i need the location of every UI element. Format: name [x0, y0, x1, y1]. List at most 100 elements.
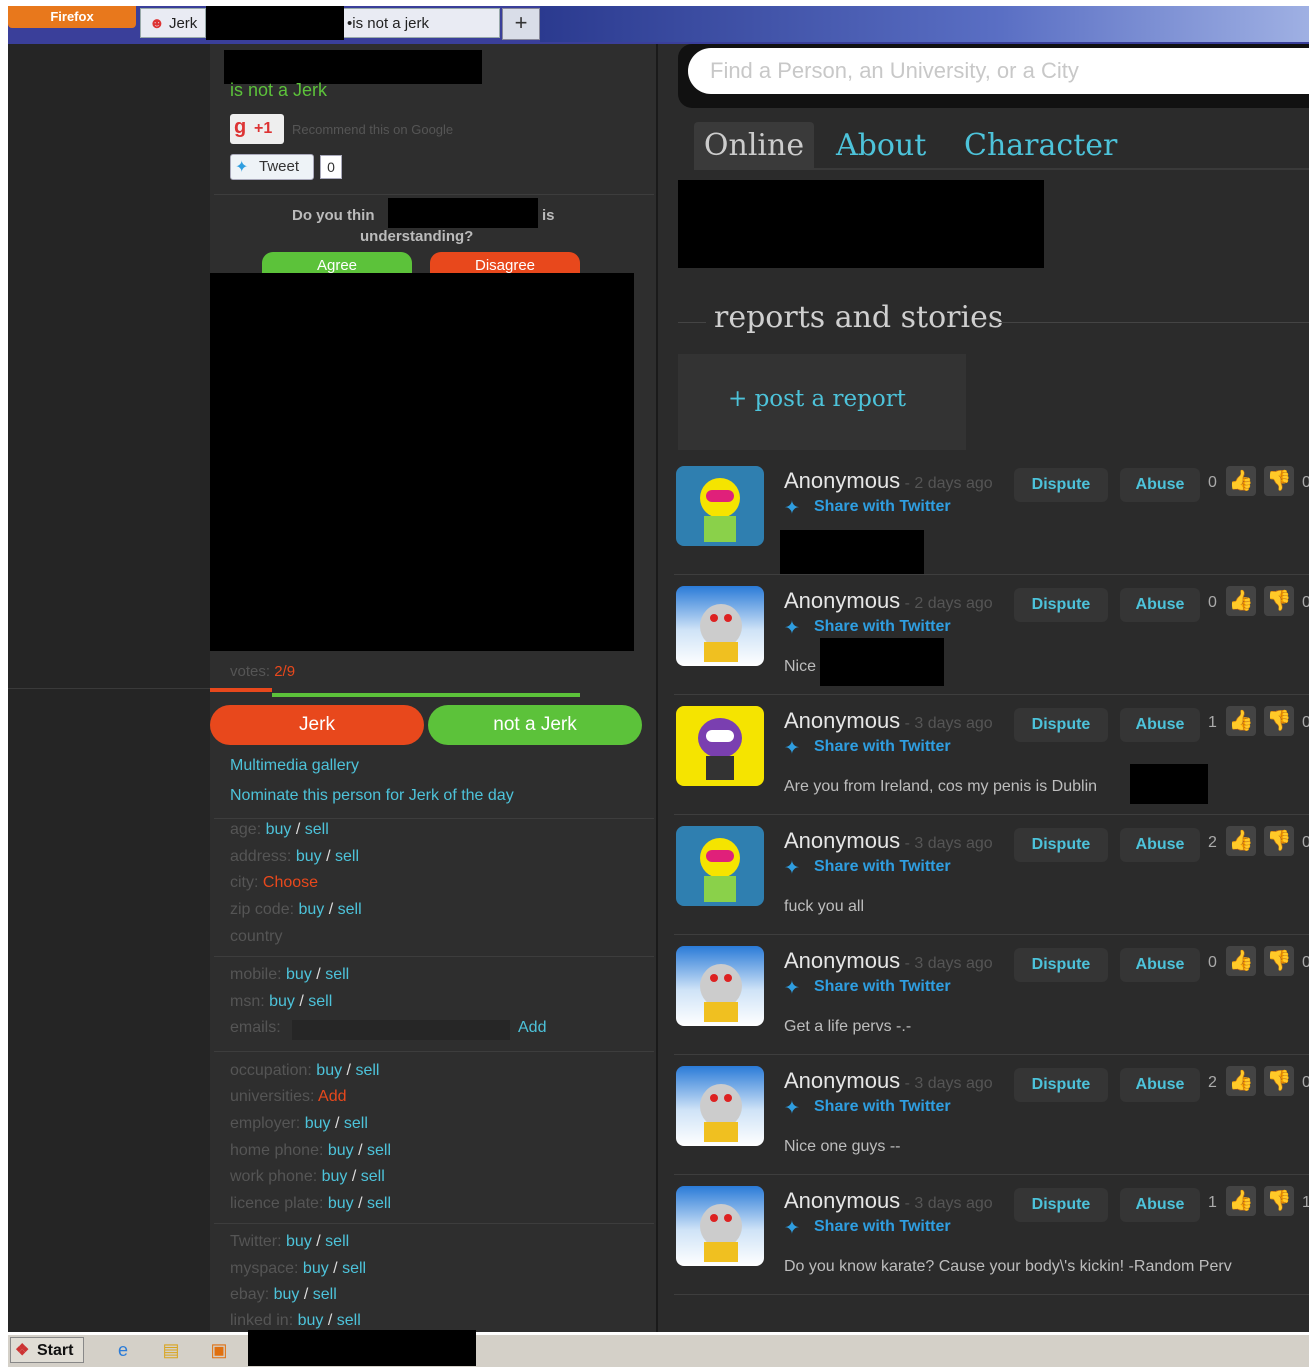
agree-button[interactable]: Agree: [262, 252, 412, 274]
divider: [678, 322, 706, 323]
buy-link[interactable]: buy: [296, 848, 322, 865]
abuse-button[interactable]: Abuse: [1120, 1188, 1200, 1222]
tweet-button[interactable]: ✦ Tweet: [230, 154, 314, 180]
add-university-link[interactable]: Add: [318, 1088, 346, 1105]
internet-explorer-icon[interactable]: e: [110, 1338, 136, 1362]
thumbs-up-icon[interactable]: 👍: [1226, 466, 1256, 496]
report-item: Anonymous - 2 days ago ✦ Share with Twitte…: [674, 586, 1309, 704]
report-author: Anonymous - 2 days ago: [784, 588, 993, 614]
sell-link[interactable]: sell: [313, 1286, 337, 1303]
sell-link[interactable]: sell: [335, 848, 359, 865]
dispute-button[interactable]: Dispute: [1014, 588, 1108, 622]
thumbs-down-icon[interactable]: 👎: [1264, 1186, 1294, 1216]
vote-jerk-button[interactable]: Jerk: [210, 705, 424, 745]
report-item: Anonymous - 3 days ago ✦ Share with Twitte…: [674, 946, 1309, 1064]
buy-link[interactable]: buy: [322, 1168, 348, 1185]
abuse-button[interactable]: Abuse: [1120, 588, 1200, 622]
share-twitter-link[interactable]: Share with Twitter: [814, 978, 951, 996]
multimedia-gallery-link[interactable]: Multimedia gallery: [230, 757, 359, 775]
tweet-label: Tweet: [259, 158, 300, 175]
buy-link[interactable]: buy: [305, 1115, 331, 1132]
disagree-button[interactable]: Disagree: [430, 252, 580, 274]
sell-link[interactable]: sell: [361, 1168, 385, 1185]
share-twitter-link[interactable]: Share with Twitter: [814, 1098, 951, 1116]
post-time: - 2 days ago: [900, 475, 993, 492]
redaction: [210, 273, 634, 651]
buy-link[interactable]: buy: [298, 1312, 324, 1329]
sell-link[interactable]: sell: [367, 1142, 391, 1159]
buy-link[interactable]: buy: [286, 1233, 312, 1250]
buy-link[interactable]: buy: [328, 1195, 354, 1212]
file-explorer-icon[interactable]: ▤: [158, 1338, 184, 1362]
city-label: city:: [230, 874, 259, 891]
thumbs-down-icon[interactable]: 👎: [1264, 586, 1294, 616]
buy-link[interactable]: buy: [269, 993, 295, 1010]
buy-link[interactable]: buy: [303, 1260, 329, 1277]
abuse-button[interactable]: Abuse: [1120, 948, 1200, 982]
start-button[interactable]: ❖ Start: [10, 1337, 84, 1363]
vote-not-jerk-button[interactable]: not a Jerk: [428, 705, 642, 745]
buy-link[interactable]: buy: [328, 1142, 354, 1159]
post-report-link[interactable]: + post a report: [728, 386, 906, 412]
browser-tab-1[interactable]: ☻ Jerk: [140, 8, 206, 38]
dispute-button[interactable]: Dispute: [1014, 948, 1108, 982]
divider: [674, 694, 1309, 695]
abuse-button[interactable]: Abuse: [1120, 1068, 1200, 1102]
share-twitter-link[interactable]: Share with Twitter: [814, 1218, 951, 1236]
tab-about[interactable]: About: [836, 122, 926, 170]
media-player-icon[interactable]: ▣: [206, 1338, 232, 1362]
ebay-row: ebay: buy / sell: [230, 1286, 337, 1304]
dispute-button[interactable]: Dispute: [1014, 828, 1108, 862]
sell-link[interactable]: sell: [305, 821, 329, 838]
search-input[interactable]: Find a Person, an University, or a City: [688, 48, 1309, 94]
buy-link[interactable]: buy: [299, 901, 325, 918]
abuse-button[interactable]: Abuse: [1120, 828, 1200, 862]
post-time: - 3 days ago: [900, 1195, 993, 1212]
sell-link[interactable]: sell: [325, 966, 349, 983]
buy-link[interactable]: buy: [286, 966, 312, 983]
thumbs-down-icon[interactable]: 👎: [1264, 706, 1294, 736]
thumbs-up-icon[interactable]: 👍: [1226, 1186, 1256, 1216]
share-twitter-link[interactable]: Share with Twitter: [814, 858, 951, 876]
firefox-menu-button[interactable]: Firefox: [8, 6, 136, 28]
sell-link[interactable]: sell: [342, 1260, 366, 1277]
share-twitter-link[interactable]: Share with Twitter: [814, 618, 951, 636]
choose-city-link[interactable]: Choose: [263, 874, 318, 891]
buy-link[interactable]: buy: [274, 1286, 300, 1303]
report-comment: Get a life pervs -.-: [784, 1018, 912, 1035]
sell-link[interactable]: sell: [337, 1312, 361, 1329]
sell-link[interactable]: sell: [355, 1062, 379, 1079]
share-twitter-link[interactable]: Share with Twitter: [814, 738, 951, 756]
email-field[interactable]: [292, 1020, 510, 1040]
dispute-button[interactable]: Dispute: [1014, 1188, 1108, 1222]
share-twitter-link[interactable]: Share with Twitter: [814, 498, 951, 516]
thumbs-down-icon[interactable]: 👎: [1264, 946, 1294, 976]
thumbs-down-icon[interactable]: 👎: [1264, 826, 1294, 856]
google-plus-button[interactable]: g +1: [230, 114, 284, 144]
sell-link[interactable]: sell: [308, 993, 332, 1010]
thumbs-down-icon[interactable]: 👎: [1264, 466, 1294, 496]
dispute-button[interactable]: Dispute: [1014, 708, 1108, 742]
tab-online[interactable]: Online: [694, 122, 814, 170]
abuse-button[interactable]: Abuse: [1120, 468, 1200, 502]
dispute-button[interactable]: Dispute: [1014, 468, 1108, 502]
thumbs-up-icon[interactable]: 👍: [1226, 946, 1256, 976]
thumbs-down-icon[interactable]: 👎: [1264, 1066, 1294, 1096]
new-tab-button[interactable]: +: [502, 8, 540, 40]
nominate-link[interactable]: Nominate this person for Jerk of the day: [230, 787, 514, 805]
add-email-link[interactable]: Add: [518, 1019, 546, 1037]
thumbs-up-icon[interactable]: 👍: [1226, 1066, 1256, 1096]
sell-link[interactable]: sell: [367, 1195, 391, 1212]
abuse-button[interactable]: Abuse: [1120, 708, 1200, 742]
dispute-button[interactable]: Dispute: [1014, 1068, 1108, 1102]
tab-character[interactable]: Character: [964, 122, 1117, 170]
thumbs-up-icon[interactable]: 👍: [1226, 706, 1256, 736]
votes-text: votes: 2/9: [230, 663, 295, 680]
buy-link[interactable]: buy: [266, 821, 292, 838]
buy-link[interactable]: buy: [316, 1062, 342, 1079]
thumbs-up-icon[interactable]: 👍: [1226, 826, 1256, 856]
sell-link[interactable]: sell: [338, 901, 362, 918]
sell-link[interactable]: sell: [344, 1115, 368, 1132]
thumbs-up-icon[interactable]: 👍: [1226, 586, 1256, 616]
sell-link[interactable]: sell: [325, 1233, 349, 1250]
